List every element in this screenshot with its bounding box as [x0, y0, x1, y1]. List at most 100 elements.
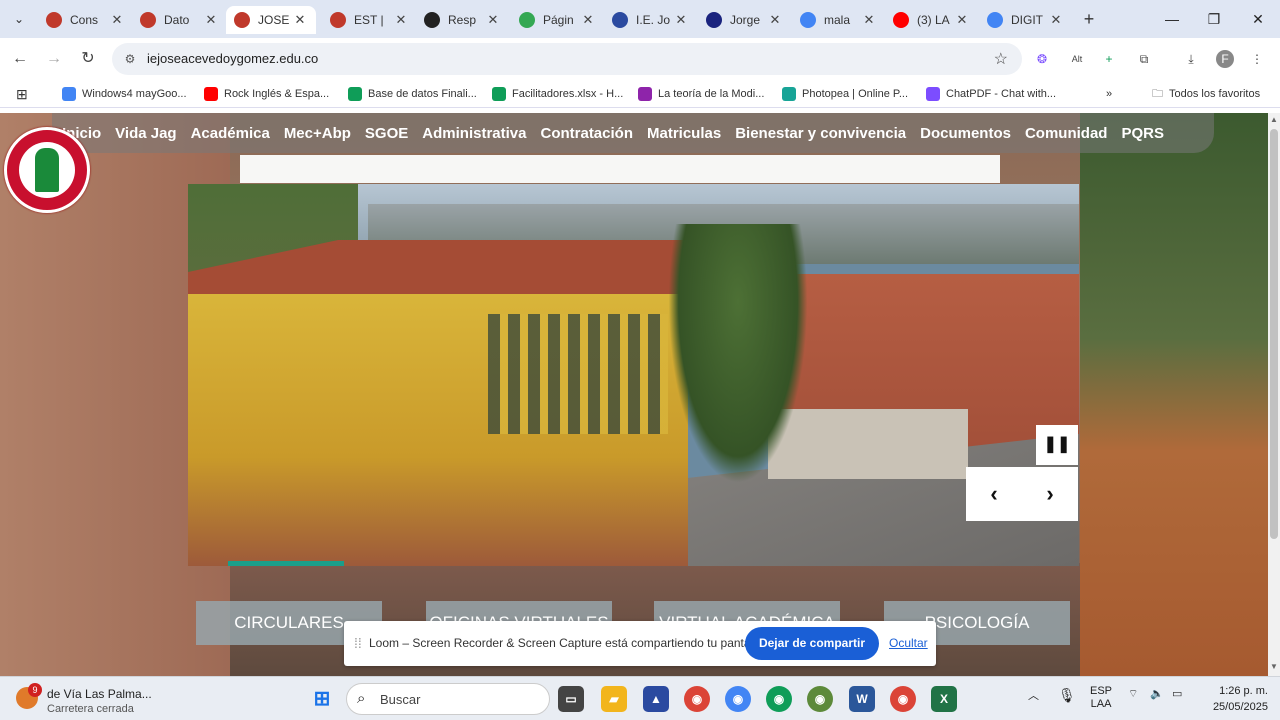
- page-scrollbar[interactable]: ▲ ▼: [1268, 113, 1280, 676]
- windows-start-icon[interactable]: ⊞: [309, 686, 335, 712]
- hero-image-slider[interactable]: [188, 184, 1079, 566]
- language-indicator[interactable]: ESP LAA: [1090, 685, 1112, 711]
- tab-close-icon[interactable]: ✕: [203, 12, 219, 28]
- chrome-profile-icon[interactable]: ◉: [725, 686, 751, 712]
- tab-close-icon[interactable]: ✕: [109, 12, 125, 28]
- word-icon[interactable]: W: [849, 686, 875, 712]
- tab-close-icon[interactable]: ✕: [485, 12, 501, 28]
- tab-favicon-icon: [893, 12, 909, 28]
- apps-grid-icon[interactable]: ⊞: [16, 86, 28, 102]
- hide-link[interactable]: Ocultar: [889, 636, 928, 650]
- download-icon[interactable]: ⤓: [1182, 50, 1200, 68]
- bookmark-item[interactable]: La teoría de la Modi...: [638, 86, 764, 102]
- system-clock[interactable]: 1:26 p. m. 25/05/2025: [1192, 683, 1268, 715]
- nav-item[interactable]: Bienestar y convivencia: [735, 125, 906, 142]
- bookmark-item[interactable]: Facilitadores.xlsx - H...: [492, 86, 623, 102]
- site-info-icon[interactable]: ⚙: [122, 51, 138, 67]
- chrome-profile-icon[interactable]: ◉: [890, 686, 916, 712]
- nav-item[interactable]: Matriculas: [647, 125, 721, 142]
- tab-close-icon[interactable]: ✕: [954, 12, 970, 28]
- tab-search-chevron-icon[interactable]: ⌄: [8, 8, 30, 30]
- bookmark-item[interactable]: Photopea | Online P...: [782, 86, 908, 102]
- nav-item[interactable]: Académica: [191, 125, 270, 142]
- volume-icon[interactable]: 🔈: [1150, 687, 1164, 700]
- next-chevron-icon[interactable]: ›: [1022, 467, 1078, 521]
- more-bookmarks-chevron-icon[interactable]: »: [1106, 86, 1112, 102]
- restore-button[interactable]: ❐: [1198, 6, 1230, 32]
- tab-close-icon[interactable]: ✕: [580, 12, 596, 28]
- battery-icon[interactable]: ▭: [1172, 687, 1182, 700]
- tab-close-icon[interactable]: ✕: [673, 12, 689, 28]
- tab-close-icon[interactable]: ✕: [861, 12, 877, 28]
- tab-title: mala: [824, 13, 851, 27]
- taskbar-search[interactable]: ⌕ Buscar: [346, 683, 550, 715]
- back-arrow-icon[interactable]: ←: [8, 47, 32, 71]
- browser-tab[interactable]: DIGIT ✕: [979, 6, 1072, 34]
- tab-close-icon[interactable]: ✕: [393, 12, 409, 28]
- minimize-button[interactable]: —: [1156, 6, 1188, 32]
- school-logo[interactable]: [4, 127, 90, 213]
- nav-item[interactable]: Vida Jag: [115, 125, 176, 142]
- browser-tab[interactable]: Jorge ✕: [698, 6, 791, 34]
- nav-item[interactable]: Contratación: [540, 125, 633, 142]
- bookmark-star-icon[interactable]: ☆: [994, 49, 1008, 69]
- extension-icon[interactable]: ❂: [1033, 50, 1051, 68]
- all-bookmarks-folder[interactable]: 🗀 Todos los favoritos: [1152, 86, 1260, 102]
- browser-tab[interactable]: EST | ✕: [322, 6, 417, 34]
- profile-avatar[interactable]: F: [1216, 50, 1234, 68]
- browser-tab[interactable]: Dato ✕: [132, 6, 227, 34]
- tab-close-icon[interactable]: ✕: [1048, 12, 1064, 28]
- browser-tab[interactable]: I.E. Jo ✕: [604, 6, 697, 34]
- bookmark-item[interactable]: Base de datos Finali...: [348, 86, 477, 102]
- scroll-down-icon[interactable]: ▼: [1268, 662, 1280, 674]
- task-view-icon[interactable]: ▭: [558, 686, 584, 712]
- reload-icon[interactable]: ↻: [76, 47, 100, 71]
- bookmark-item[interactable]: Rock Inglés & Espa...: [204, 86, 329, 102]
- stop-sharing-button[interactable]: Dejar de compartir: [745, 627, 879, 660]
- nav-item[interactable]: Mec+Abp: [284, 125, 351, 142]
- wifi-icon[interactable]: ⌔: [1128, 687, 1138, 701]
- address-bar[interactable]: ⚙ iejoseacevedoygomez.edu.co ☆: [112, 43, 1022, 75]
- file-explorer-icon[interactable]: ▰: [601, 686, 627, 712]
- tray-chevron-icon[interactable]: ︿: [1028, 687, 1039, 703]
- chrome-icon[interactable]: ◉: [684, 686, 710, 712]
- browser-tab[interactable]: Págin ✕: [511, 6, 604, 34]
- browser-tab[interactable]: Cons ✕: [38, 6, 133, 34]
- extension-icon[interactable]: Alt: [1068, 50, 1086, 68]
- excel-icon[interactable]: X: [931, 686, 957, 712]
- extension-plus-icon[interactable]: +: [1100, 50, 1118, 68]
- header-strip: [240, 155, 1000, 183]
- bookmark-item[interactable]: Windows4 mayGoo...: [62, 86, 187, 102]
- nav-item[interactable]: Administrativa: [422, 125, 526, 142]
- scroll-up-icon[interactable]: ▲: [1268, 115, 1280, 127]
- drag-grip-icon[interactable]: ⁞⁞: [354, 635, 362, 651]
- chrome-profile-icon[interactable]: ◉: [807, 686, 833, 712]
- notification-badge: 9: [28, 683, 42, 697]
- tab-close-icon[interactable]: ✕: [767, 12, 783, 28]
- url-text[interactable]: iejoseacevedoygomez.edu.co: [147, 51, 318, 66]
- forward-arrow-icon[interactable]: →: [42, 47, 66, 71]
- extensions-puzzle-icon[interactable]: ⧉: [1135, 50, 1153, 68]
- menu-kebab-icon[interactable]: ⋮: [1248, 50, 1266, 68]
- folder-icon: 🗀: [1152, 87, 1163, 100]
- close-window-button[interactable]: ✕: [1242, 6, 1274, 32]
- scroll-thumb[interactable]: [1270, 129, 1278, 539]
- bookmark-item[interactable]: ChatPDF - Chat with...: [926, 86, 1056, 102]
- nav-item[interactable]: SGOE: [365, 125, 408, 142]
- lang-layout: LAA: [1090, 698, 1112, 710]
- browser-tab[interactable]: JOSE ✕: [226, 6, 316, 34]
- nav-item[interactable]: PQRS: [1121, 125, 1164, 142]
- chrome-profile-icon[interactable]: ◉: [766, 686, 792, 712]
- prev-chevron-icon[interactable]: ‹: [966, 467, 1022, 521]
- browser-tab[interactable]: mala ✕: [792, 6, 885, 34]
- browser-tab[interactable]: Resp ✕: [416, 6, 509, 34]
- pause-icon[interactable]: ❚❚: [1036, 425, 1078, 465]
- new-tab-button[interactable]: +: [1078, 8, 1100, 30]
- tab-close-icon[interactable]: ✕: [292, 12, 308, 28]
- nav-item[interactable]: Documentos: [920, 125, 1011, 142]
- microphone-icon[interactable]: 🎙: [1058, 687, 1076, 704]
- app-icon[interactable]: ▲: [643, 686, 669, 712]
- weather-widget[interactable]: 9 de Vía Las Palma... Carretera cerrada: [16, 681, 156, 717]
- nav-item[interactable]: Comunidad: [1025, 125, 1108, 142]
- browser-tab[interactable]: (3) LA ✕: [885, 6, 978, 34]
